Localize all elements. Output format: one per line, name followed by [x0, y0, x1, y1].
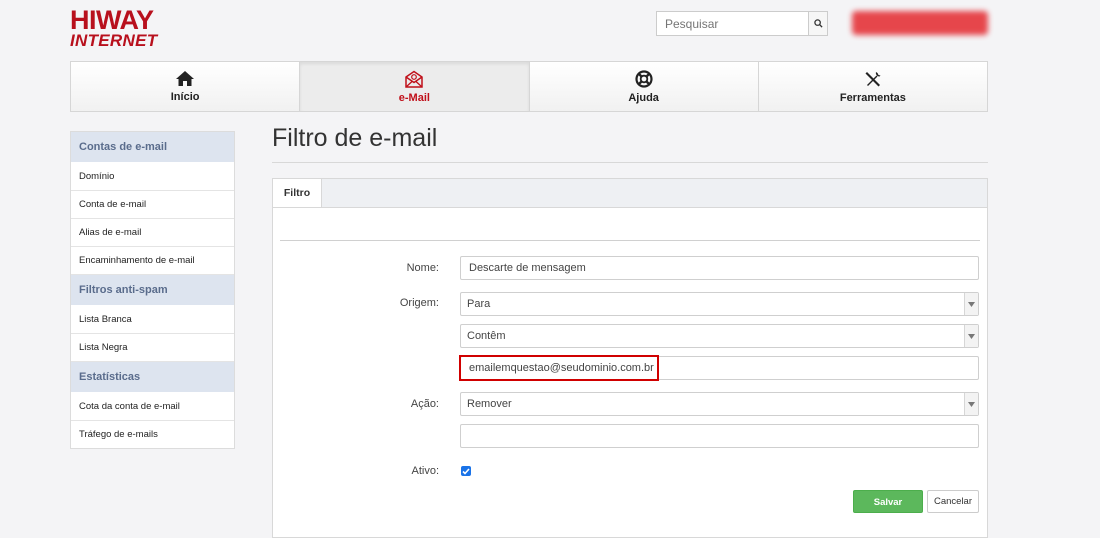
origem-label: Origem: [399, 297, 439, 309]
tab-ferramentas-label: Ferramentas [839, 91, 906, 104]
lifebuoy-icon [635, 69, 653, 88]
sidebar-section-contas: Contas de e-mail [71, 132, 234, 163]
origem-select-value: Para [467, 298, 491, 310]
email-icon [405, 70, 424, 88]
sidebar-item-conta-email[interactable]: Conta de e-mail [71, 191, 234, 219]
ativo-label: Ativo: [411, 465, 439, 477]
chevron-down-icon [964, 393, 978, 415]
condicao-select[interactable]: Contêm [460, 324, 979, 348]
search-box [656, 11, 828, 36]
acao-label: Ação: [410, 398, 439, 410]
title-divider [272, 162, 988, 163]
sidebar-item-encaminhamento[interactable]: Encaminhamento de e-mail [71, 247, 234, 275]
tab-inicio-label: Início [170, 91, 200, 103]
tab-email-label: e-Mail [398, 91, 430, 104]
tab-inicio[interactable]: Início [71, 62, 301, 111]
main-nav: Início e-Mail Ajuda Ferramentas [70, 61, 988, 112]
brand-logo[interactable]: HIWAY INTERNET [70, 5, 158, 50]
sidebar-item-lista-negra[interactable]: Lista Negra [71, 334, 234, 362]
user-account-button[interactable] [852, 11, 988, 35]
sidebar-item-alias-email[interactable]: Alias de e-mail [71, 219, 234, 247]
search-button[interactable] [808, 12, 827, 35]
chevron-down-icon [964, 293, 978, 315]
check-icon [462, 467, 470, 475]
save-button[interactable]: Salvar [853, 490, 923, 513]
search-icon [813, 19, 823, 28]
sidebar-section-estatisticas: Estatísticas [71, 362, 234, 393]
condicao-select-value: Contêm [467, 330, 506, 342]
sidebar-section-filtros: Filtros anti-spam [71, 275, 234, 306]
sidebar-item-trafego[interactable]: Tráfego de e-mails [71, 421, 234, 448]
filter-panel: Filtro Nome: Descarte de mensagem Origem… [272, 178, 988, 538]
tab-ajuda[interactable]: Ajuda [530, 62, 759, 111]
sidebar: Contas de e-mail Domínio Conta de e-mail… [70, 131, 235, 449]
panel-divider [280, 240, 980, 241]
brand-logo-line1: HIWAY [70, 5, 154, 35]
brand-logo-line2: INTERNET [70, 31, 158, 50]
tab-ajuda-label: Ajuda [628, 91, 659, 104]
tab-filtro[interactable]: Filtro [273, 179, 322, 207]
sidebar-item-lista-branca[interactable]: Lista Branca [71, 306, 234, 334]
origem-select[interactable]: Para [460, 292, 979, 316]
cancel-button[interactable]: Cancelar [927, 490, 979, 513]
acao-extra-field[interactable] [460, 424, 979, 448]
panel-tabbar: Filtro [273, 179, 987, 208]
acao-select-value: Remover [467, 398, 512, 410]
nome-label: Nome: [406, 262, 439, 274]
search-input[interactable] [657, 12, 808, 35]
acao-select[interactable]: Remover [460, 392, 979, 416]
tools-icon [865, 71, 881, 86]
nome-field[interactable]: Descarte de mensagem [460, 256, 979, 280]
sidebar-item-cota[interactable]: Cota da conta de e-mail [71, 393, 234, 421]
page-title: Filtro de e-mail [272, 124, 438, 152]
chevron-down-icon [964, 325, 978, 347]
home-icon [176, 71, 195, 86]
highlight-box [459, 355, 659, 381]
ativo-checkbox[interactable] [461, 466, 471, 476]
sidebar-item-dominio[interactable]: Domínio [71, 163, 234, 191]
tab-ferramentas[interactable]: Ferramentas [759, 62, 987, 111]
tab-email[interactable]: e-Mail [300, 62, 530, 111]
